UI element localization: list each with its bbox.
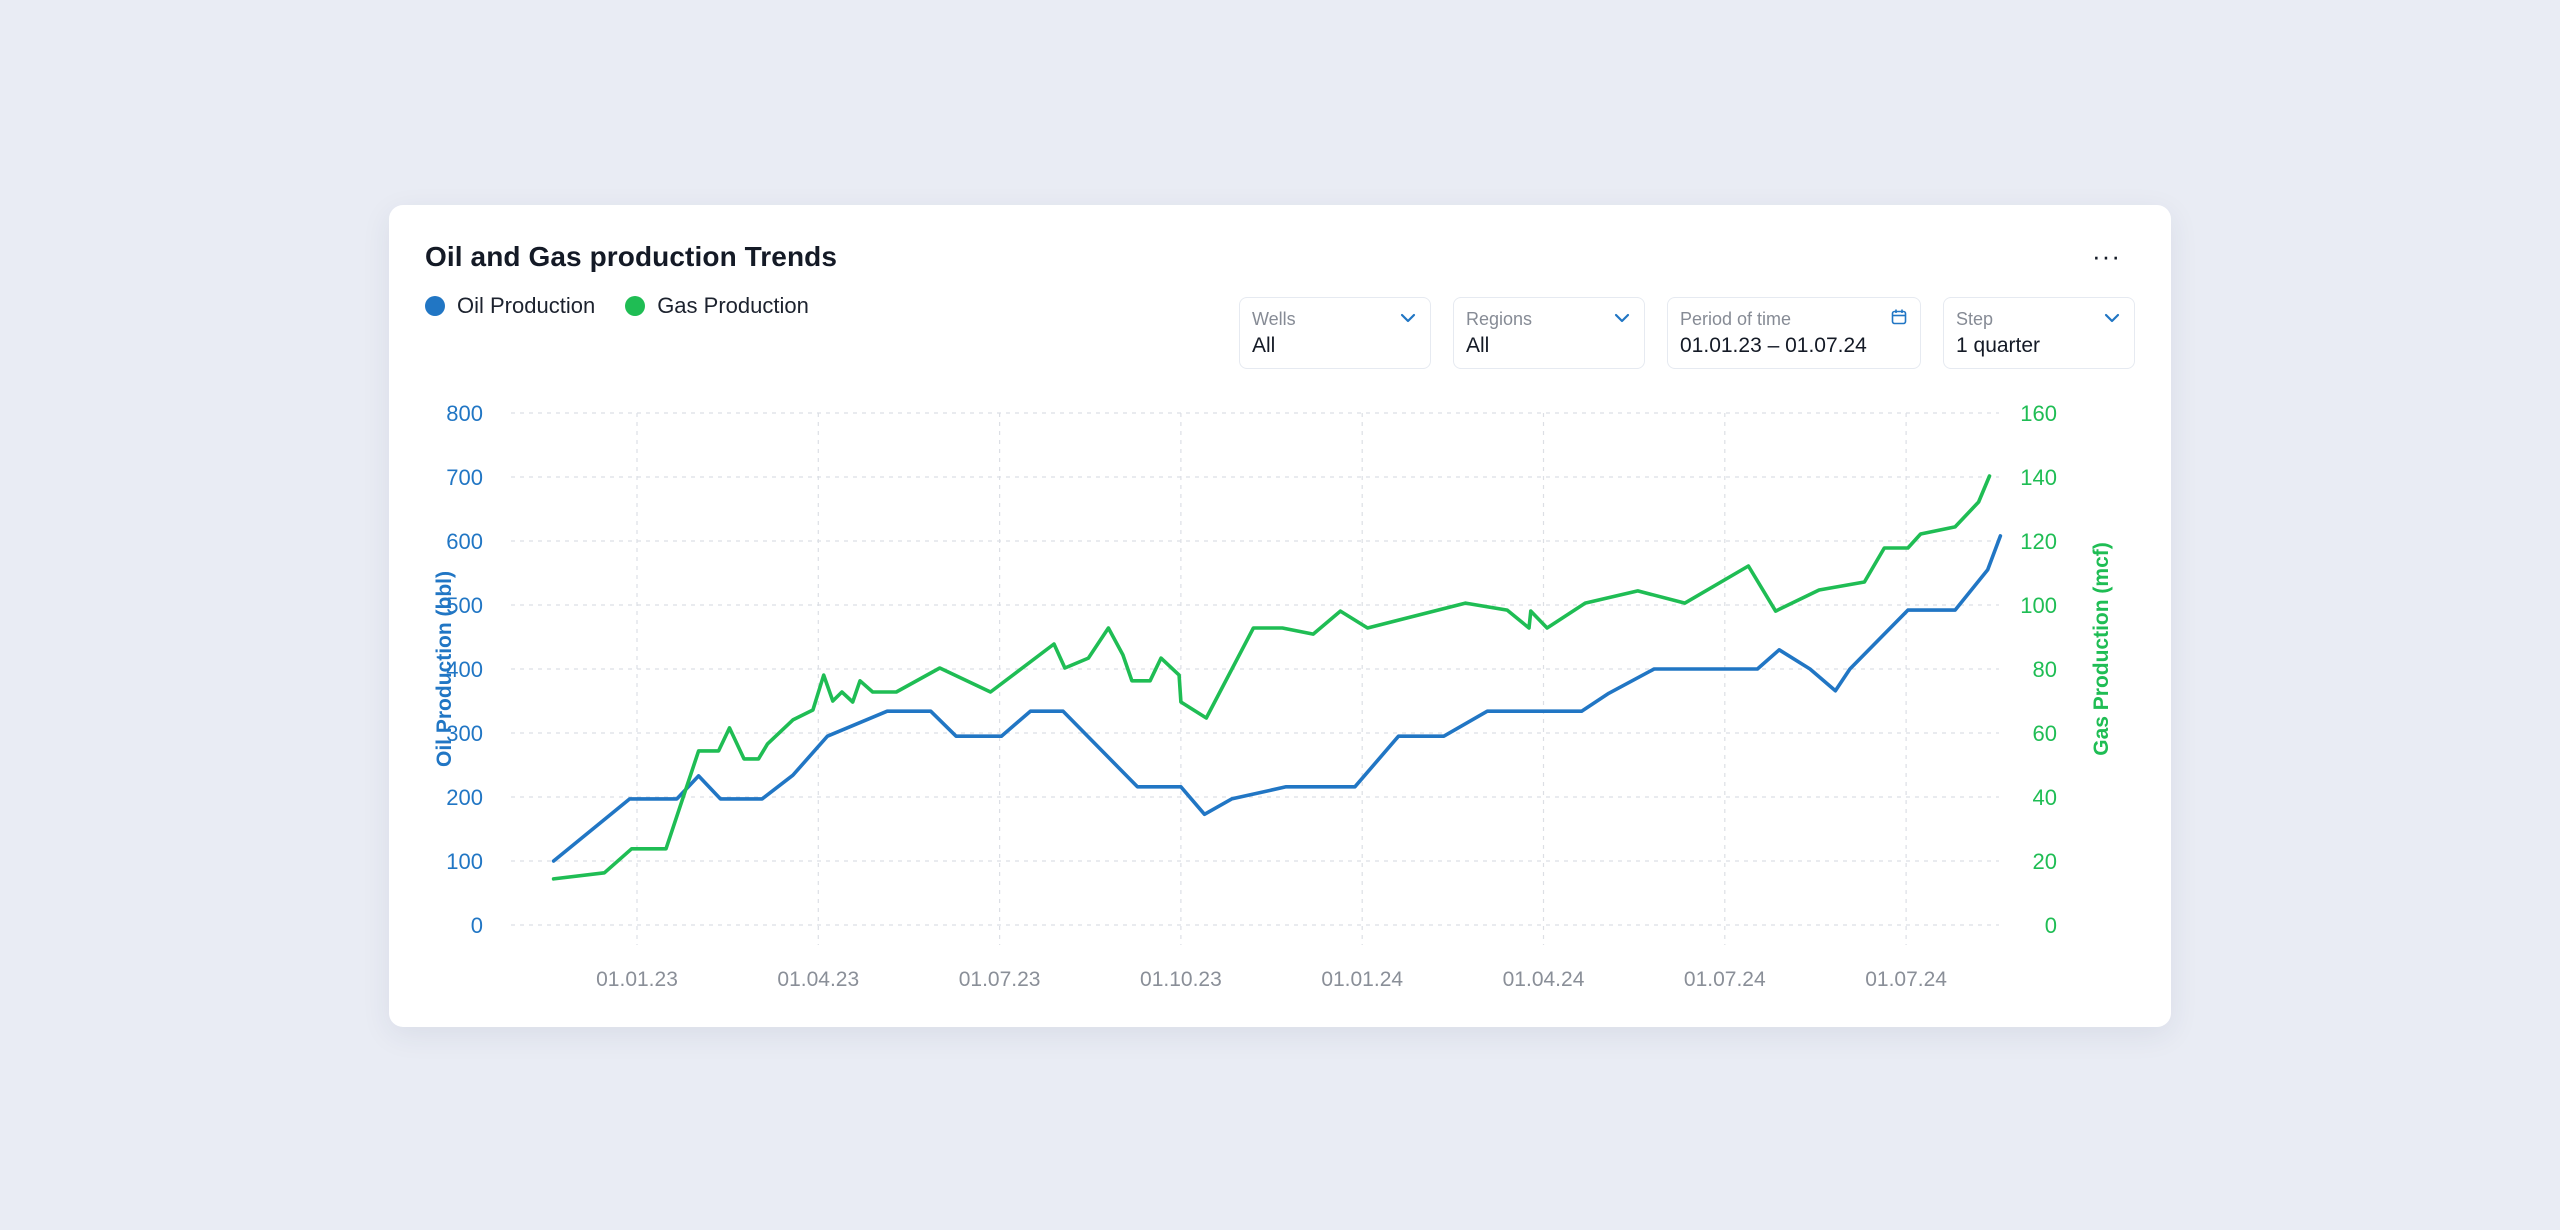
chart-card: Oil and Gas production Trends ··· Oil Pr…: [389, 205, 2171, 1027]
y-right-tick-label: 140: [2020, 465, 2057, 490]
y-right-tick-label: 0: [2045, 913, 2057, 938]
y-left-tick-label: 200: [446, 785, 483, 810]
x-tick-label: 01.01.24: [1321, 968, 1403, 991]
y-right-tick-label: 120: [2020, 529, 2057, 554]
x-tick-label: 01.07.24: [1684, 968, 1766, 991]
x-tick-label: 01.07.23: [959, 968, 1041, 991]
y-right-tick-label: 40: [2033, 785, 2057, 810]
y-left-tick-label: 100: [446, 849, 483, 874]
y-right-tick-label: 160: [2020, 401, 2057, 426]
y-left-tick-label: 800: [446, 401, 483, 426]
x-tick-label: 01.01.23: [596, 968, 678, 991]
x-tick-label: 01.07.24: [1865, 968, 1947, 991]
gas-production-line: [551, 474, 1992, 881]
y-left-axis-label: Oil Production (bbl): [433, 571, 456, 767]
y-right-tick-label: 60: [2033, 721, 2057, 746]
line-chart: 0 0100 20200 40300 60400 80500 100600 120700 140…: [433, 401, 2113, 991]
y-right-tick-label: 20: [2033, 849, 2057, 874]
y-right-axis-label: Gas Production (mcf): [2090, 542, 2113, 756]
oil-production-line: [551, 534, 2003, 863]
x-tick-label: 01.10.23: [1140, 968, 1222, 991]
y-right-tick-label: 80: [2033, 657, 2057, 682]
y-left-tick-label: 0: [471, 913, 483, 938]
x-tick-label: 01.04.24: [1503, 968, 1585, 991]
y-left-tick-label: 700: [446, 465, 483, 490]
y-left-tick-label: 600: [446, 529, 483, 554]
y-right-tick-label: 100: [2020, 593, 2057, 618]
x-tick-label: 01.04.23: [777, 968, 859, 991]
